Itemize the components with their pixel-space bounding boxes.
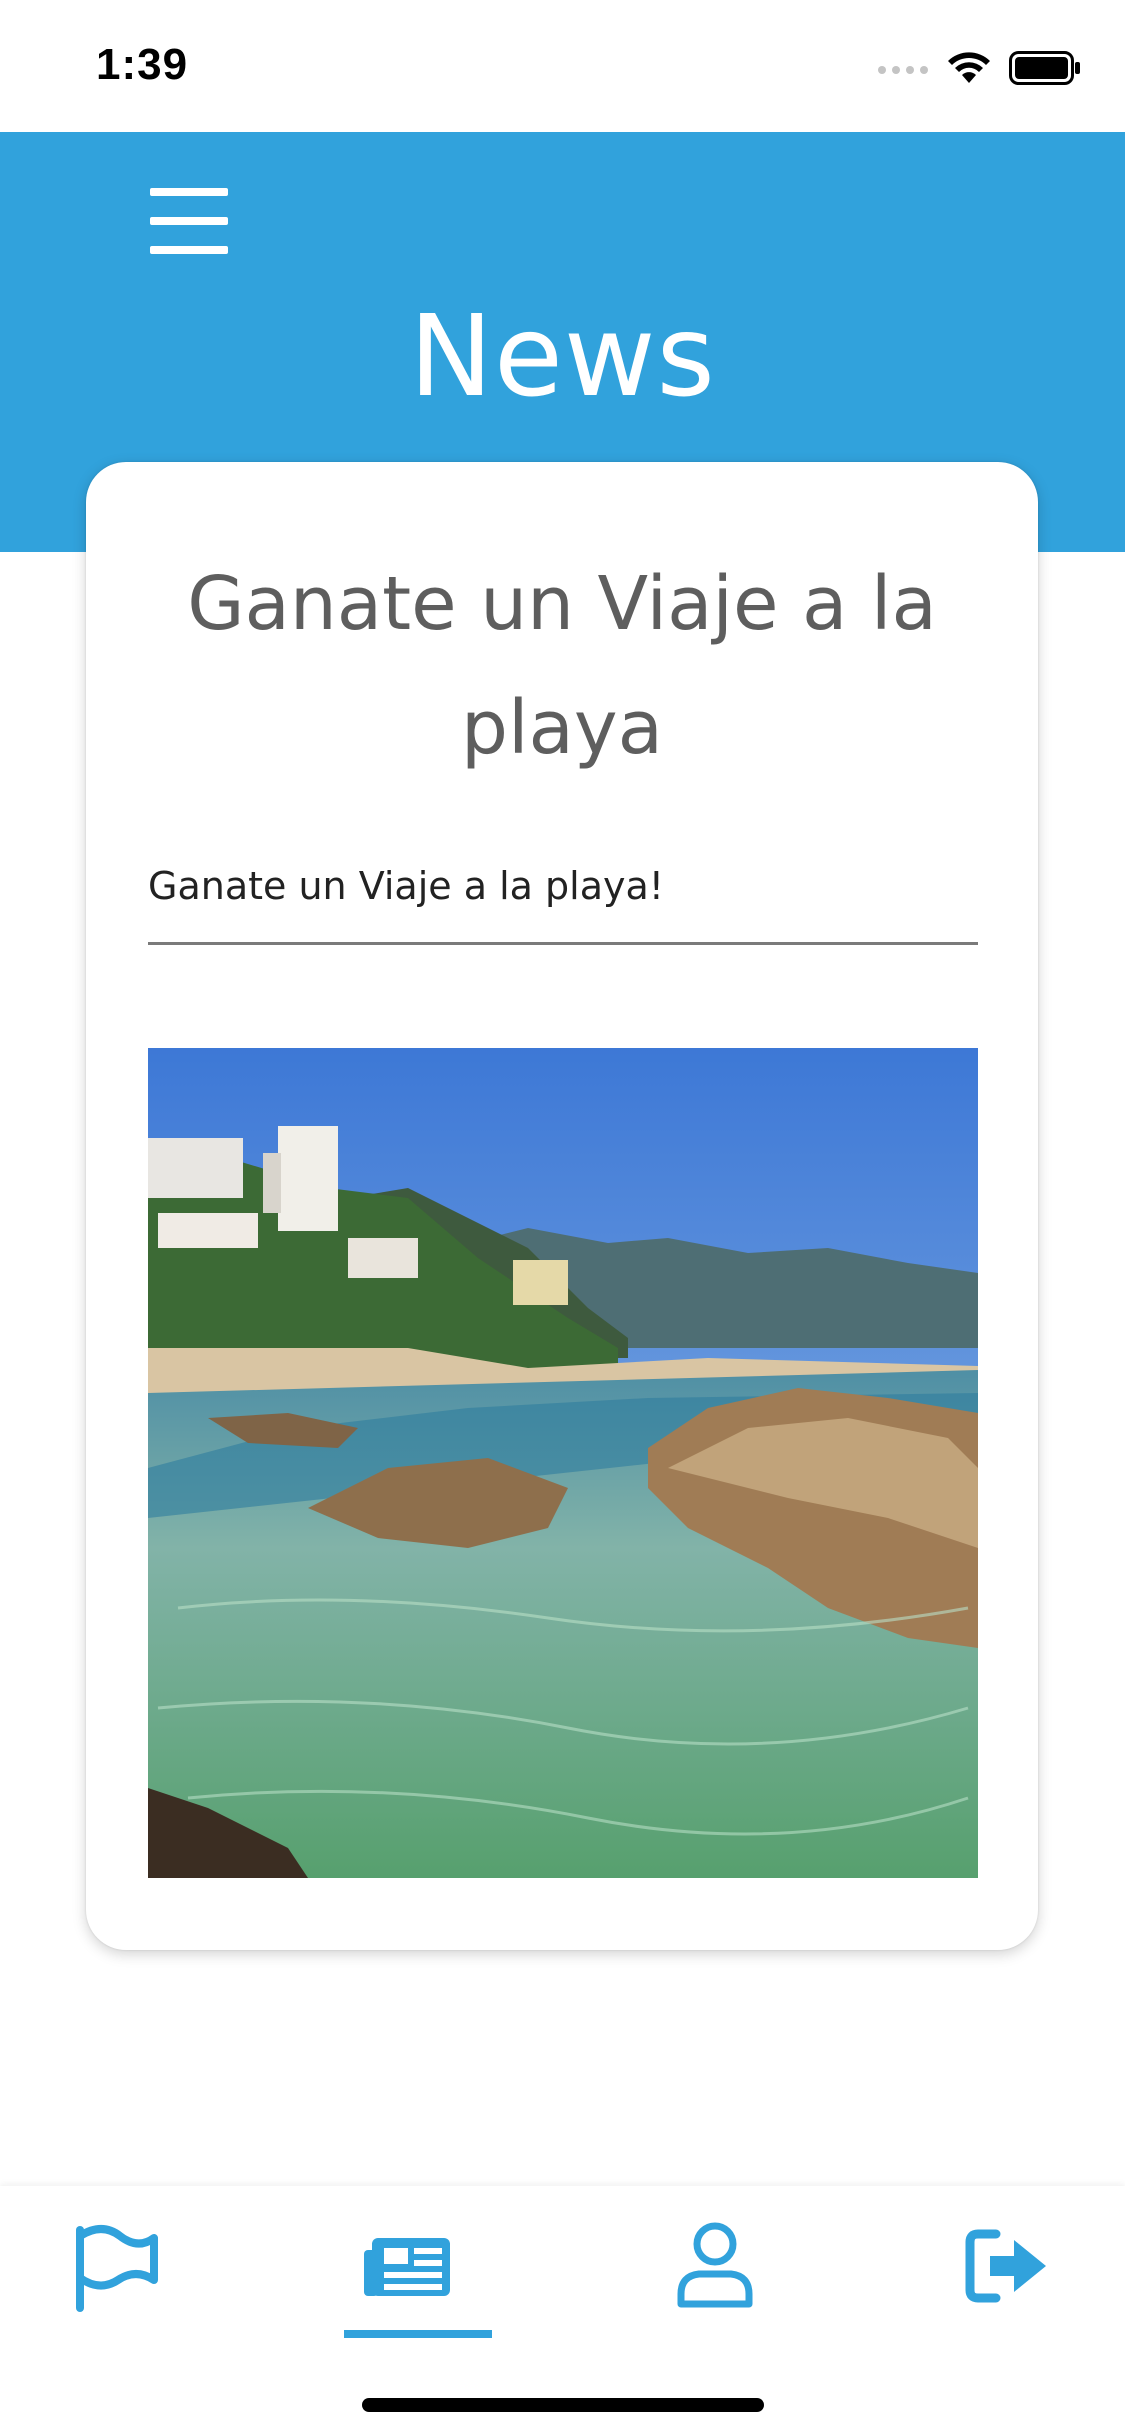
beach-photo-graphic (148, 1048, 978, 1878)
cellular-signal-icon (878, 66, 928, 74)
status-bar: 1:39 (0, 0, 1125, 132)
tab-bar (0, 2186, 1125, 2436)
newspaper-icon (364, 2238, 450, 2296)
news-subtitle: Ganate un Viaje a la playa! (148, 864, 664, 908)
tab-profile[interactable] (665, 2216, 785, 2316)
tab-flag[interactable] (62, 2216, 182, 2316)
tab-logout[interactable] (958, 2216, 1078, 2316)
beach-photo (148, 1048, 978, 1878)
tab-news[interactable] (358, 2216, 478, 2316)
user-icon (677, 2222, 753, 2308)
page-title: News (409, 292, 716, 422)
battery-icon (1009, 51, 1080, 85)
home-indicator (362, 2398, 764, 2412)
status-icons (877, 48, 1081, 88)
wifi-icon (948, 52, 990, 83)
active-tab-indicator (344, 2330, 492, 2338)
status-time: 1:39 (96, 40, 189, 89)
hamburger-menu-icon[interactable] (148, 180, 232, 264)
sign-out-icon (965, 2229, 1046, 2303)
divider (148, 942, 978, 945)
news-title: Ganate un Viaje a la playa (187, 561, 937, 771)
flag-icon (76, 2225, 158, 2312)
news-card[interactable]: Ganate un Viaje a la playa Ganate un Via… (86, 462, 1038, 1950)
